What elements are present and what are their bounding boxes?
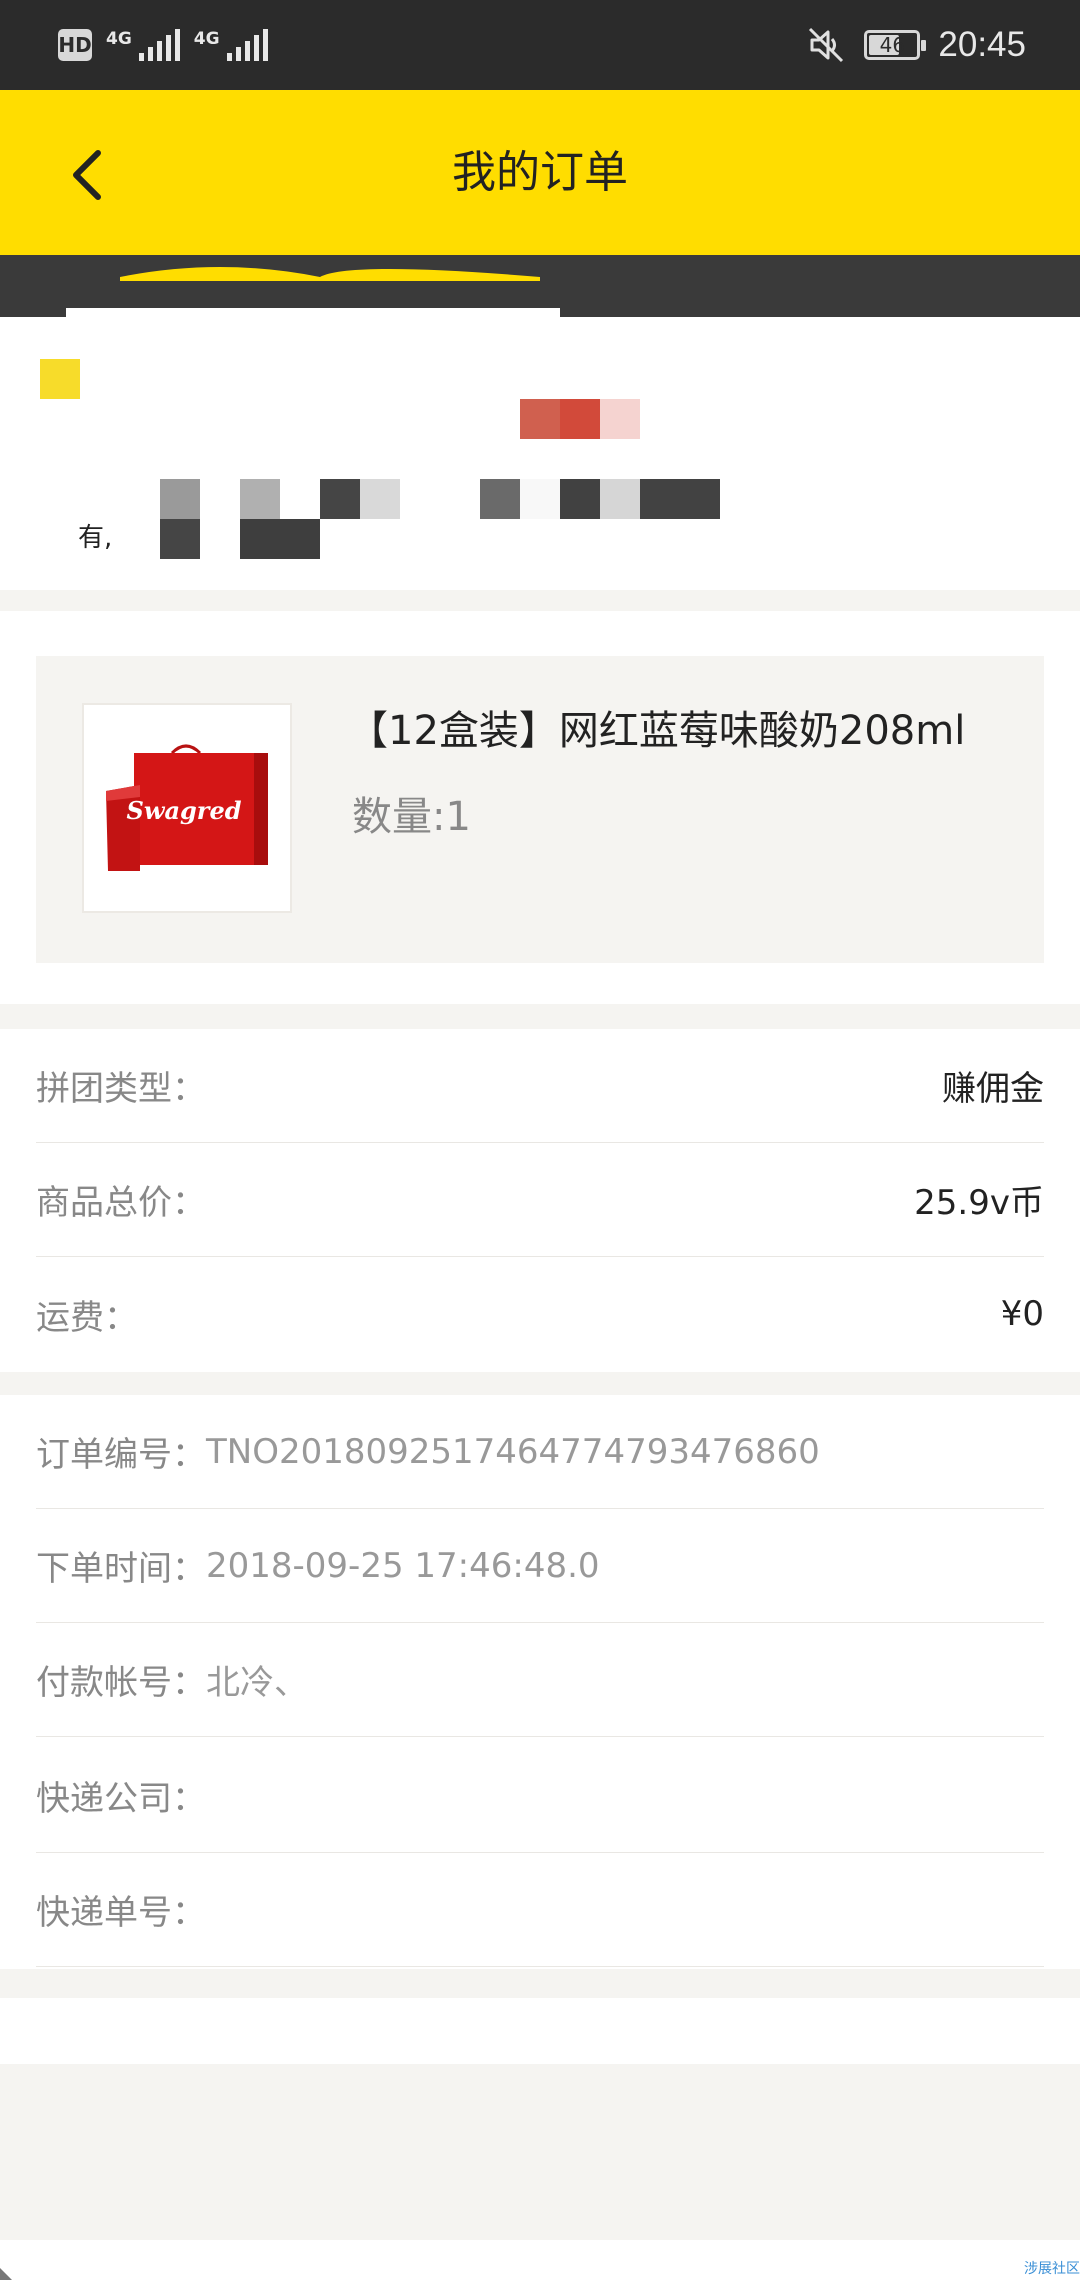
- product-image: Swagred: [82, 703, 292, 913]
- courier-company-label: 快递公司：: [36, 1779, 206, 1819]
- chevron-left-icon: [73, 150, 101, 200]
- product-name: 【12盒装】网红蓝莓味酸奶208ml: [348, 708, 966, 754]
- redacted-block: [360, 479, 400, 519]
- location-pin-icon: [40, 359, 80, 399]
- address-prefix: 有,: [78, 523, 113, 553]
- redacted-block: [600, 399, 640, 439]
- group-type-value: 赚佣金: [942, 1069, 1044, 1109]
- redacted-block: [560, 479, 600, 519]
- footer-bar: 涉展社区: [0, 2240, 1080, 2280]
- bottom-spacer: [0, 1998, 1080, 2064]
- app-header: 我的订单: [0, 90, 1080, 255]
- status-right: 46 20:45: [806, 18, 1026, 72]
- decorative-banner-strip: [0, 255, 1080, 317]
- product-section: Swagred 【12盒装】网红蓝莓味酸奶208ml 数量:1: [0, 611, 1080, 1004]
- product-brand-text: Swagred: [126, 796, 241, 825]
- battery-icon: 46: [864, 30, 927, 60]
- redacted-block: [240, 479, 280, 519]
- mute-icon: [806, 25, 846, 65]
- order-number-row: 订单编号： TNO20180925174647747934768​60: [36, 1395, 1044, 1509]
- battery-level: 46: [879, 33, 906, 57]
- status-left: HD 4G 4G: [58, 24, 268, 66]
- status-bar: HD 4G 4G 46 20:45: [0, 0, 1080, 90]
- order-time-value: 2018-09-25 17:46:48.0: [206, 1545, 600, 1586]
- shipping-fee-value: ¥0: [1000, 1294, 1044, 1334]
- address-card[interactable]: 有,: [0, 317, 1080, 590]
- total-price-row: 商品总价： 25.9v币: [36, 1143, 1044, 1257]
- total-price-label: 商品总价：: [36, 1183, 206, 1223]
- tracking-number-row: 快递单号：: [36, 1853, 1044, 1967]
- payment-account-label: 付款帐号：: [36, 1663, 206, 1703]
- product-card[interactable]: Swagred 【12盒装】网红蓝莓味酸奶208ml 数量:1: [36, 656, 1044, 963]
- redacted-block: [560, 399, 600, 439]
- redacted-block: [320, 479, 360, 519]
- payment-account-row: 付款帐号： 北冷、: [36, 1623, 1044, 1737]
- redacted-block: [160, 479, 200, 519]
- order-number-label: 订单编号：: [36, 1435, 206, 1475]
- clock: 20:45: [938, 25, 1026, 64]
- redacted-block: [600, 479, 640, 519]
- watermark: 涉展社区: [1024, 2261, 1080, 2277]
- group-type-label: 拼团类型：: [36, 1069, 206, 1109]
- redacted-block: [640, 479, 720, 519]
- back-button[interactable]: [58, 140, 118, 210]
- network-type-label: 4G: [106, 29, 132, 49]
- signal-strength-icon: 4G: [106, 29, 180, 61]
- redacted-block: [520, 399, 560, 439]
- product-quantity: 数量:1: [352, 794, 471, 840]
- order-time-row: 下单时间： 2018-09-25 17:46:48.0: [36, 1509, 1044, 1623]
- page-title: 我的订单: [452, 147, 628, 198]
- order-number-value: TNO20180925174647747934768​60: [206, 1431, 820, 1472]
- courier-company-row: 快递公司：: [36, 1739, 1044, 1853]
- order-time-label: 下单时间：: [36, 1549, 206, 1589]
- tracking-number-label: 快递单号：: [36, 1893, 206, 1933]
- payment-account-value: 北冷、: [206, 1663, 308, 1703]
- shipping-fee-row: 运费： ¥0: [36, 1257, 1044, 1371]
- hd-badge: HD: [58, 29, 92, 61]
- corner-mark: [0, 2268, 12, 2280]
- redacted-block: [160, 519, 200, 559]
- redacted-block: [520, 479, 560, 519]
- order-summary: 拼团类型： 赚佣金 商品总价： 25.9v币 运费： ¥0: [0, 1029, 1080, 1372]
- network-type-label-2: 4G: [193, 29, 220, 49]
- total-price-value: 25.9v币: [914, 1183, 1044, 1223]
- redacted-block: [240, 519, 320, 559]
- shipping-fee-label: 运费：: [36, 1297, 138, 1338]
- group-type-row: 拼团类型： 赚佣金: [36, 1029, 1044, 1143]
- redacted-block: [480, 479, 520, 519]
- signal-strength-icon-2: 4G: [194, 29, 268, 61]
- order-details: 订单编号： TNO20180925174647747934768​60 下单时间…: [0, 1395, 1080, 1969]
